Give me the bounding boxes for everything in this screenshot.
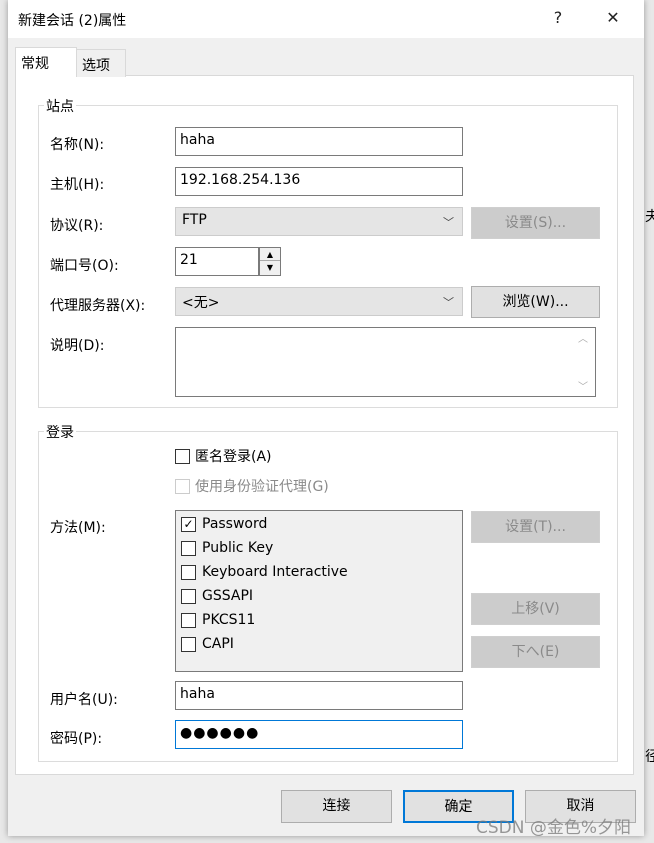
spin-up-icon[interactable]: ▲ (260, 248, 280, 261)
protocol-value: FTP (182, 212, 207, 228)
move-down-button[interactable]: 下へ(E) (471, 636, 600, 668)
proxy-select[interactable]: <无> ﹀ (175, 287, 463, 316)
move-up-button[interactable]: 上移(V) (471, 593, 600, 625)
password-input[interactable]: ●●●●●● (175, 720, 463, 749)
name-label: 名称(N): (50, 137, 105, 153)
scroll-up-icon[interactable]: ︿ (578, 330, 588, 345)
method-list[interactable]: ✓ Password Public Key Keyboard Interactiv… (175, 510, 463, 672)
port-spinner[interactable]: ▲ ▼ (259, 247, 281, 276)
checkbox-box[interactable] (175, 448, 190, 464)
checkbox-box[interactable] (181, 612, 196, 628)
chevron-down-icon: ﹀ (443, 296, 454, 309)
auth-agent-label: 使用身份验证代理(G) (195, 479, 329, 495)
host-label: 主机(H): (50, 177, 105, 193)
auth-agent-checkbox[interactable]: 使用身份验证代理(G) (175, 476, 329, 496)
method-item-keyboard-interactive[interactable]: Keyboard Interactive (181, 564, 348, 580)
tab-general[interactable]: 常规 (15, 47, 77, 77)
close-icon[interactable]: ✕ (598, 8, 628, 27)
watermark: CSDN @金色%夕阳 (476, 818, 632, 838)
checkbox-box[interactable] (181, 636, 196, 652)
chevron-down-icon: ﹀ (443, 216, 454, 229)
checkbox-box[interactable] (175, 478, 190, 494)
method-item-password[interactable]: ✓ Password (181, 516, 267, 532)
proxy-value: <无> (182, 295, 220, 311)
method-label-text: Password (202, 516, 268, 532)
anonymous-label: 匿名登录(A) (195, 449, 272, 465)
method-settings-button[interactable]: 设置(T)... (471, 511, 600, 543)
checkbox-box[interactable] (181, 540, 196, 556)
connect-button[interactable]: 连接 (281, 790, 392, 823)
port-input[interactable]: 21 (175, 247, 259, 276)
proxy-browse-button[interactable]: 浏览(W)... (471, 286, 600, 318)
checkbox-box[interactable] (181, 588, 196, 604)
name-input[interactable]: haha (175, 127, 463, 156)
protocol-select[interactable]: FTP ﹀ (175, 207, 463, 236)
proxy-label: 代理服务器(X): (50, 298, 146, 314)
protocol-label: 协议(R): (50, 218, 104, 234)
method-label: 方法(M): (50, 520, 106, 536)
method-item-pkcs11[interactable]: PKCS11 (181, 612, 255, 628)
site-group-label: 站点 (44, 96, 76, 116)
protocol-settings-button[interactable]: 设置(S)... (471, 207, 600, 239)
help-icon[interactable]: ? (543, 8, 573, 27)
description-label: 说明(D): (50, 338, 105, 354)
background-fragment: 径 (645, 749, 654, 765)
spin-down-icon[interactable]: ▼ (260, 261, 280, 274)
method-item-gssapi[interactable]: GSSAPI (181, 588, 253, 604)
method-label-text: Public Key (202, 540, 274, 556)
title-bar: 新建会话 (2)属性 ? ✕ (8, 0, 644, 38)
username-label: 用户名(U): (50, 692, 118, 708)
background-fragment: 夫 (645, 209, 654, 225)
username-input[interactable]: haha (175, 681, 463, 710)
session-properties-dialog: 新建会话 (2)属性 ? ✕ 常规 选项 站点 名称(N): haha 主机(H… (8, 0, 644, 836)
method-label-text: PKCS11 (202, 612, 256, 628)
method-label-text: GSSAPI (202, 588, 254, 604)
check-icon[interactable]: ✓ (181, 516, 196, 532)
method-item-capi[interactable]: CAPI (181, 636, 234, 652)
host-input[interactable]: 192.168.254.136 (175, 167, 463, 196)
scroll-down-icon[interactable]: ﹀ (578, 378, 588, 393)
password-label: 密码(P): (50, 731, 103, 747)
tab-options[interactable]: 选项 (76, 49, 126, 77)
login-group-label: 登录 (44, 422, 76, 442)
anonymous-checkbox[interactable]: 匿名登录(A) (175, 446, 272, 466)
checkbox-box[interactable] (181, 564, 196, 580)
method-label-text: Keyboard Interactive (202, 564, 348, 580)
method-item-public-key[interactable]: Public Key (181, 540, 273, 556)
method-label-text: CAPI (202, 636, 234, 652)
description-textarea[interactable] (175, 327, 596, 397)
window-title: 新建会话 (2)属性 (18, 13, 127, 29)
port-label: 端口号(O): (50, 258, 119, 274)
